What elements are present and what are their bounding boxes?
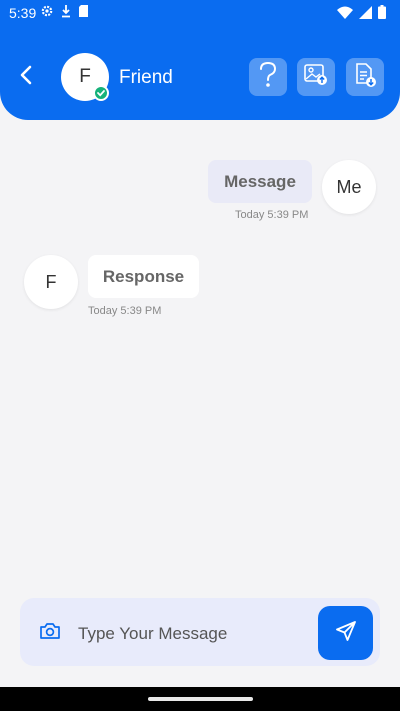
- received-message-timestamp: Today 5:39 PM: [88, 305, 162, 317]
- sd-card-icon: [78, 4, 89, 21]
- received-message-bubble[interactable]: Response: [88, 255, 199, 298]
- settings-icon: [40, 4, 54, 21]
- help-button[interactable]: [249, 58, 287, 96]
- status-left-icons: [40, 4, 89, 21]
- status-bar: 5:39: [0, 0, 400, 26]
- contact-name[interactable]: Friend: [119, 67, 173, 89]
- status-time: 5:39: [9, 5, 37, 21]
- back-arrow-icon: [19, 65, 33, 90]
- wifi-icon: [337, 6, 353, 22]
- send-button[interactable]: [318, 606, 373, 660]
- download-icon: [61, 4, 71, 21]
- sent-message-bubble[interactable]: Message: [208, 160, 312, 203]
- status-right-icons: [337, 5, 386, 22]
- send-icon: [335, 620, 357, 647]
- send-image-button[interactable]: [297, 58, 335, 96]
- message-input[interactable]: [78, 616, 310, 652]
- camera-button[interactable]: [36, 621, 64, 645]
- camera-icon: [39, 622, 61, 645]
- shield-check-icon: [93, 85, 109, 101]
- send-document-button[interactable]: [346, 58, 384, 96]
- home-indicator[interactable]: [148, 697, 253, 701]
- document-upload-icon: [353, 62, 377, 93]
- my-avatar: Me: [322, 160, 376, 214]
- back-button[interactable]: [12, 62, 40, 92]
- friend-avatar: F: [24, 255, 78, 309]
- app-header: 5:39 F Friend: [0, 0, 400, 120]
- signal-icon: [359, 5, 372, 22]
- image-upload-icon: [303, 63, 329, 92]
- help-icon: [257, 61, 279, 94]
- battery-icon: [378, 5, 386, 22]
- sent-message-timestamp: Today 5:39 PM: [235, 209, 309, 221]
